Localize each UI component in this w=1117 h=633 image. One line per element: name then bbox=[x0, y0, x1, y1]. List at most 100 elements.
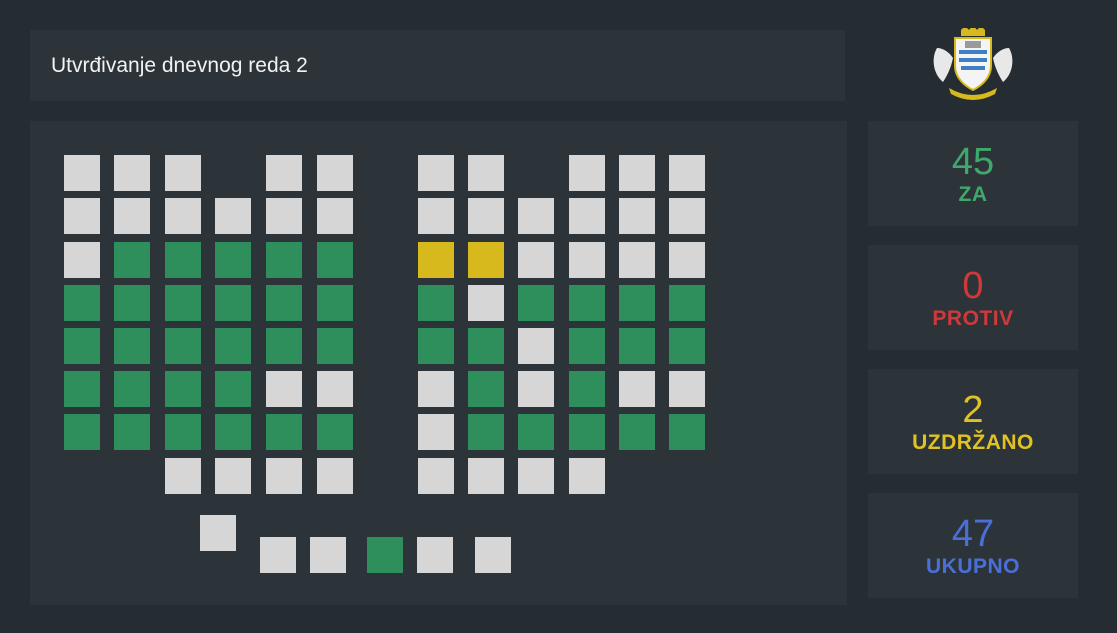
seat-uzdrzano bbox=[468, 242, 504, 278]
seat-za bbox=[518, 414, 554, 450]
seat-za bbox=[518, 285, 554, 321]
seat-za bbox=[569, 328, 605, 364]
uzdrzano-count: 2 bbox=[962, 389, 984, 431]
seat-za bbox=[165, 285, 201, 321]
stat-za: 45 ZA bbox=[868, 121, 1078, 226]
ukupno-count: 47 bbox=[951, 513, 995, 555]
seat-blank bbox=[518, 328, 554, 364]
seat-blank bbox=[518, 198, 554, 234]
protiv-count: 0 bbox=[962, 265, 984, 307]
seat-blank bbox=[475, 537, 511, 573]
seat-za bbox=[317, 328, 353, 364]
protiv-label: PROTIV bbox=[932, 307, 1014, 330]
seat-za bbox=[266, 242, 302, 278]
seat-blank bbox=[165, 155, 201, 191]
seat-blank bbox=[418, 198, 454, 234]
seat-blank bbox=[468, 458, 504, 494]
seat-za bbox=[215, 285, 251, 321]
seat-za bbox=[215, 371, 251, 407]
seat-blank bbox=[266, 155, 302, 191]
seat-za bbox=[114, 328, 150, 364]
coat-of-arms-icon bbox=[929, 25, 1017, 100]
seat-blank bbox=[417, 537, 453, 573]
seat-blank bbox=[619, 198, 655, 234]
uzdrzano-label: UZDRŽANO bbox=[912, 431, 1034, 454]
seat-za bbox=[266, 328, 302, 364]
seat-za bbox=[114, 242, 150, 278]
seat-za bbox=[669, 328, 705, 364]
ukupno-label: UKUPNO bbox=[925, 555, 1020, 578]
seat-blank bbox=[64, 242, 100, 278]
seat-blank bbox=[310, 537, 346, 573]
seat-blank bbox=[266, 198, 302, 234]
seat-za bbox=[669, 285, 705, 321]
seat-za bbox=[215, 242, 251, 278]
seat-blank bbox=[64, 155, 100, 191]
seat-blank bbox=[569, 242, 605, 278]
seat-blank bbox=[215, 198, 251, 234]
seat-za bbox=[468, 371, 504, 407]
seat-za bbox=[619, 414, 655, 450]
seat-za bbox=[418, 328, 454, 364]
seat-za bbox=[367, 537, 403, 573]
seat-blank bbox=[569, 458, 605, 494]
za-label: ZA bbox=[958, 183, 988, 206]
seat-za bbox=[64, 414, 100, 450]
seat-za bbox=[64, 285, 100, 321]
seat-blank bbox=[266, 458, 302, 494]
seat-blank bbox=[165, 198, 201, 234]
seat-za bbox=[165, 242, 201, 278]
seat-blank bbox=[260, 537, 296, 573]
seat-blank bbox=[418, 458, 454, 494]
seat-za bbox=[569, 414, 605, 450]
seat-blank bbox=[619, 242, 655, 278]
seat-blank bbox=[569, 198, 605, 234]
seat-za bbox=[619, 285, 655, 321]
seat-blank bbox=[468, 198, 504, 234]
seat-za bbox=[114, 371, 150, 407]
seat-blank bbox=[418, 414, 454, 450]
stat-ukupno: 47 UKUPNO bbox=[868, 493, 1078, 598]
seat-blank bbox=[518, 458, 554, 494]
stat-uzdrzano: 2 UZDRŽANO bbox=[868, 369, 1078, 474]
seat-blank bbox=[669, 155, 705, 191]
seat-blank bbox=[669, 198, 705, 234]
seat-za bbox=[619, 328, 655, 364]
seat-blank bbox=[317, 458, 353, 494]
seat-blank bbox=[518, 371, 554, 407]
seat-za bbox=[569, 285, 605, 321]
seat-blank bbox=[200, 515, 236, 551]
seat-za bbox=[215, 328, 251, 364]
seat-za bbox=[317, 285, 353, 321]
seat-za bbox=[418, 285, 454, 321]
seat-za bbox=[468, 414, 504, 450]
seat-za bbox=[266, 414, 302, 450]
seat-za bbox=[317, 242, 353, 278]
seat-blank bbox=[619, 371, 655, 407]
seat-za bbox=[468, 328, 504, 364]
seat-za bbox=[266, 285, 302, 321]
seat-za bbox=[114, 285, 150, 321]
seat-blank bbox=[64, 198, 100, 234]
seat-blank bbox=[669, 242, 705, 278]
seat-blank bbox=[468, 155, 504, 191]
seat-blank bbox=[619, 155, 655, 191]
seat-za bbox=[215, 414, 251, 450]
page-title: Utvrđivanje dnevnog reda 2 bbox=[51, 53, 308, 77]
seat-blank bbox=[317, 155, 353, 191]
seat-blank bbox=[468, 285, 504, 321]
seat-za bbox=[114, 414, 150, 450]
seat-za bbox=[569, 371, 605, 407]
seat-za bbox=[669, 414, 705, 450]
stat-protiv: 0 PROTIV bbox=[868, 245, 1078, 350]
seat-za bbox=[165, 414, 201, 450]
seat-uzdrzano bbox=[418, 242, 454, 278]
seat-blank bbox=[317, 198, 353, 234]
seat-blank bbox=[215, 458, 251, 494]
seat-blank bbox=[114, 198, 150, 234]
seat-za bbox=[64, 328, 100, 364]
seat-za bbox=[165, 328, 201, 364]
seat-za bbox=[165, 371, 201, 407]
seat-blank bbox=[165, 458, 201, 494]
seat-blank bbox=[266, 371, 302, 407]
